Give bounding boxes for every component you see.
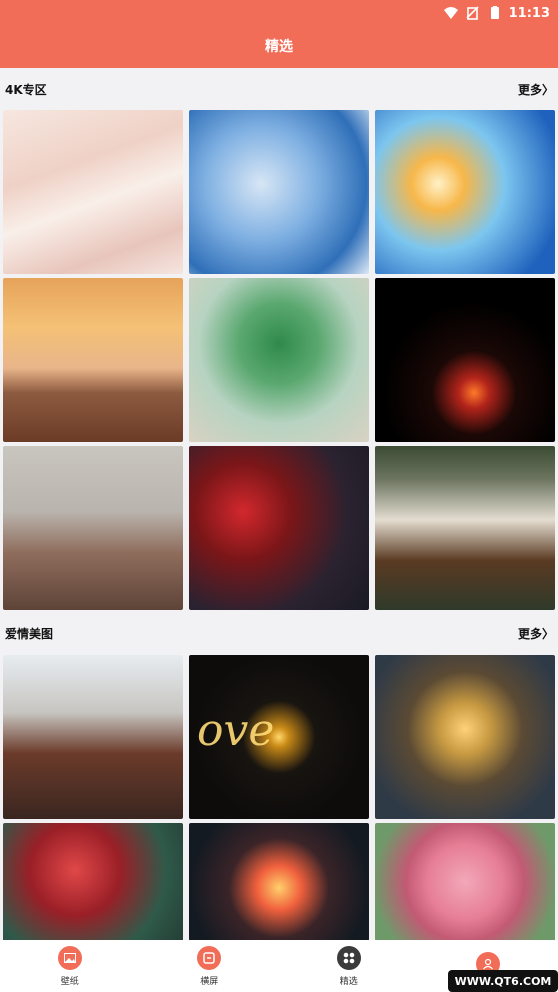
nav-featured[interactable]: 精选 [279, 945, 419, 987]
featured-icon [336, 945, 361, 970]
wallpaper-grid-4k [3, 110, 555, 610]
app-header: 11:13 精选 [0, 0, 558, 68]
chevron-right-icon: 〉 [541, 82, 554, 97]
landscape-icon [197, 945, 222, 970]
battery-icon [487, 6, 503, 20]
more-label: 更多 [517, 626, 542, 641]
more-link-love[interactable]: 更多〉 [518, 625, 554, 642]
status-bar: 11:13 [443, 3, 550, 23]
wallpaper-tile[interactable] [375, 823, 555, 941]
section-header-4k: 4K专区 更多〉 [0, 77, 558, 101]
page-title: 精选 [265, 39, 293, 55]
section-title: 4K专区 [5, 82, 47, 97]
wallpaper-tile[interactable] [3, 823, 183, 941]
wallpaper-tile[interactable] [375, 278, 555, 442]
wallpaper-tile[interactable] [189, 823, 369, 941]
wallpaper-tile[interactable] [3, 278, 183, 442]
more-label: 更多 [517, 82, 542, 97]
signal-off-icon [465, 6, 481, 20]
nav-label: 精选 [339, 976, 358, 987]
wallpaper-grid-love: ove [3, 655, 555, 941]
more-link-4k[interactable]: 更多〉 [518, 81, 554, 98]
love-neon-text: ove [197, 705, 275, 756]
section-header-love: 爱情美图 更多〉 [0, 621, 558, 645]
wallpaper-tile[interactable] [3, 446, 183, 610]
nav-wallpaper[interactable]: 壁纸 [0, 945, 140, 987]
section-title: 爱情美图 [5, 626, 54, 641]
image-icon [57, 945, 82, 970]
wallpaper-tile[interactable] [3, 655, 183, 819]
wallpaper-tile[interactable] [189, 278, 369, 442]
wifi-icon [443, 6, 459, 20]
chevron-right-icon: 〉 [541, 626, 554, 641]
wallpaper-tile[interactable] [375, 446, 555, 610]
wallpaper-tile[interactable] [3, 110, 183, 274]
nav-landscape[interactable]: 横屏 [140, 945, 280, 987]
wallpaper-tile[interactable]: ove [189, 655, 369, 819]
wallpaper-tile[interactable] [189, 110, 369, 274]
site-watermark: WWW.QT6.COM [448, 970, 558, 992]
status-time: 11:13 [508, 5, 550, 21]
nav-label: 壁纸 [60, 976, 79, 987]
wallpaper-tile[interactable] [189, 446, 369, 610]
wallpaper-tile[interactable] [375, 655, 555, 819]
wallpaper-tile[interactable] [375, 110, 555, 274]
nav-label: 横屏 [200, 976, 219, 987]
